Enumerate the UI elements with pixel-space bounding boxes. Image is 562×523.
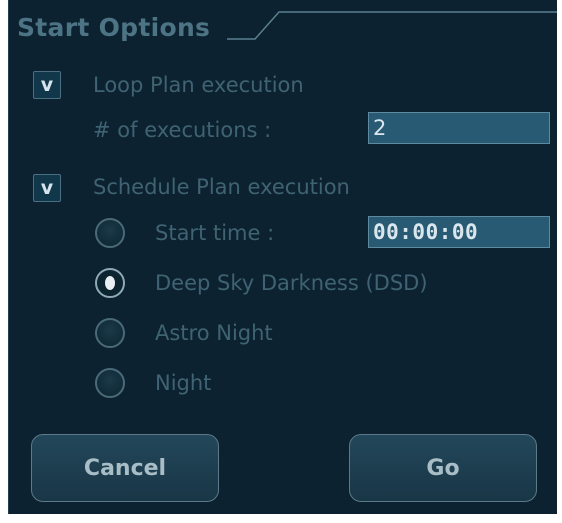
night-label: Night xyxy=(155,371,212,395)
go-button[interactable]: Go xyxy=(349,434,537,502)
astro-night-label: Astro Night xyxy=(155,321,273,345)
schedule-plan-checkbox[interactable]: v xyxy=(33,174,61,202)
start-time-input[interactable]: 00:00:00 xyxy=(368,216,550,248)
loop-plan-checkbox[interactable]: v xyxy=(33,71,61,99)
radio-deep-sky-darkness[interactable] xyxy=(95,268,125,298)
start-time-label: Start time : xyxy=(155,221,275,245)
start-options-panel: Start Options v Loop Plan execution # of… xyxy=(8,0,557,514)
radio-astro-night[interactable] xyxy=(95,318,125,348)
checkbox-check-icon: v xyxy=(40,177,54,199)
deep-sky-darkness-label: Deep Sky Darkness (DSD) xyxy=(155,271,428,295)
radio-night[interactable] xyxy=(95,368,125,398)
group-title: Start Options xyxy=(17,13,211,42)
executions-label: # of executions : xyxy=(93,118,272,142)
cancel-button[interactable]: Cancel xyxy=(31,434,219,502)
radio-selected-dot xyxy=(105,276,115,290)
loop-plan-label: Loop Plan execution xyxy=(93,73,304,97)
radio-start-time[interactable] xyxy=(95,218,125,248)
checkbox-check-icon: v xyxy=(40,74,54,96)
executions-input[interactable]: 2 xyxy=(368,112,550,144)
schedule-plan-label: Schedule Plan execution xyxy=(93,175,350,199)
